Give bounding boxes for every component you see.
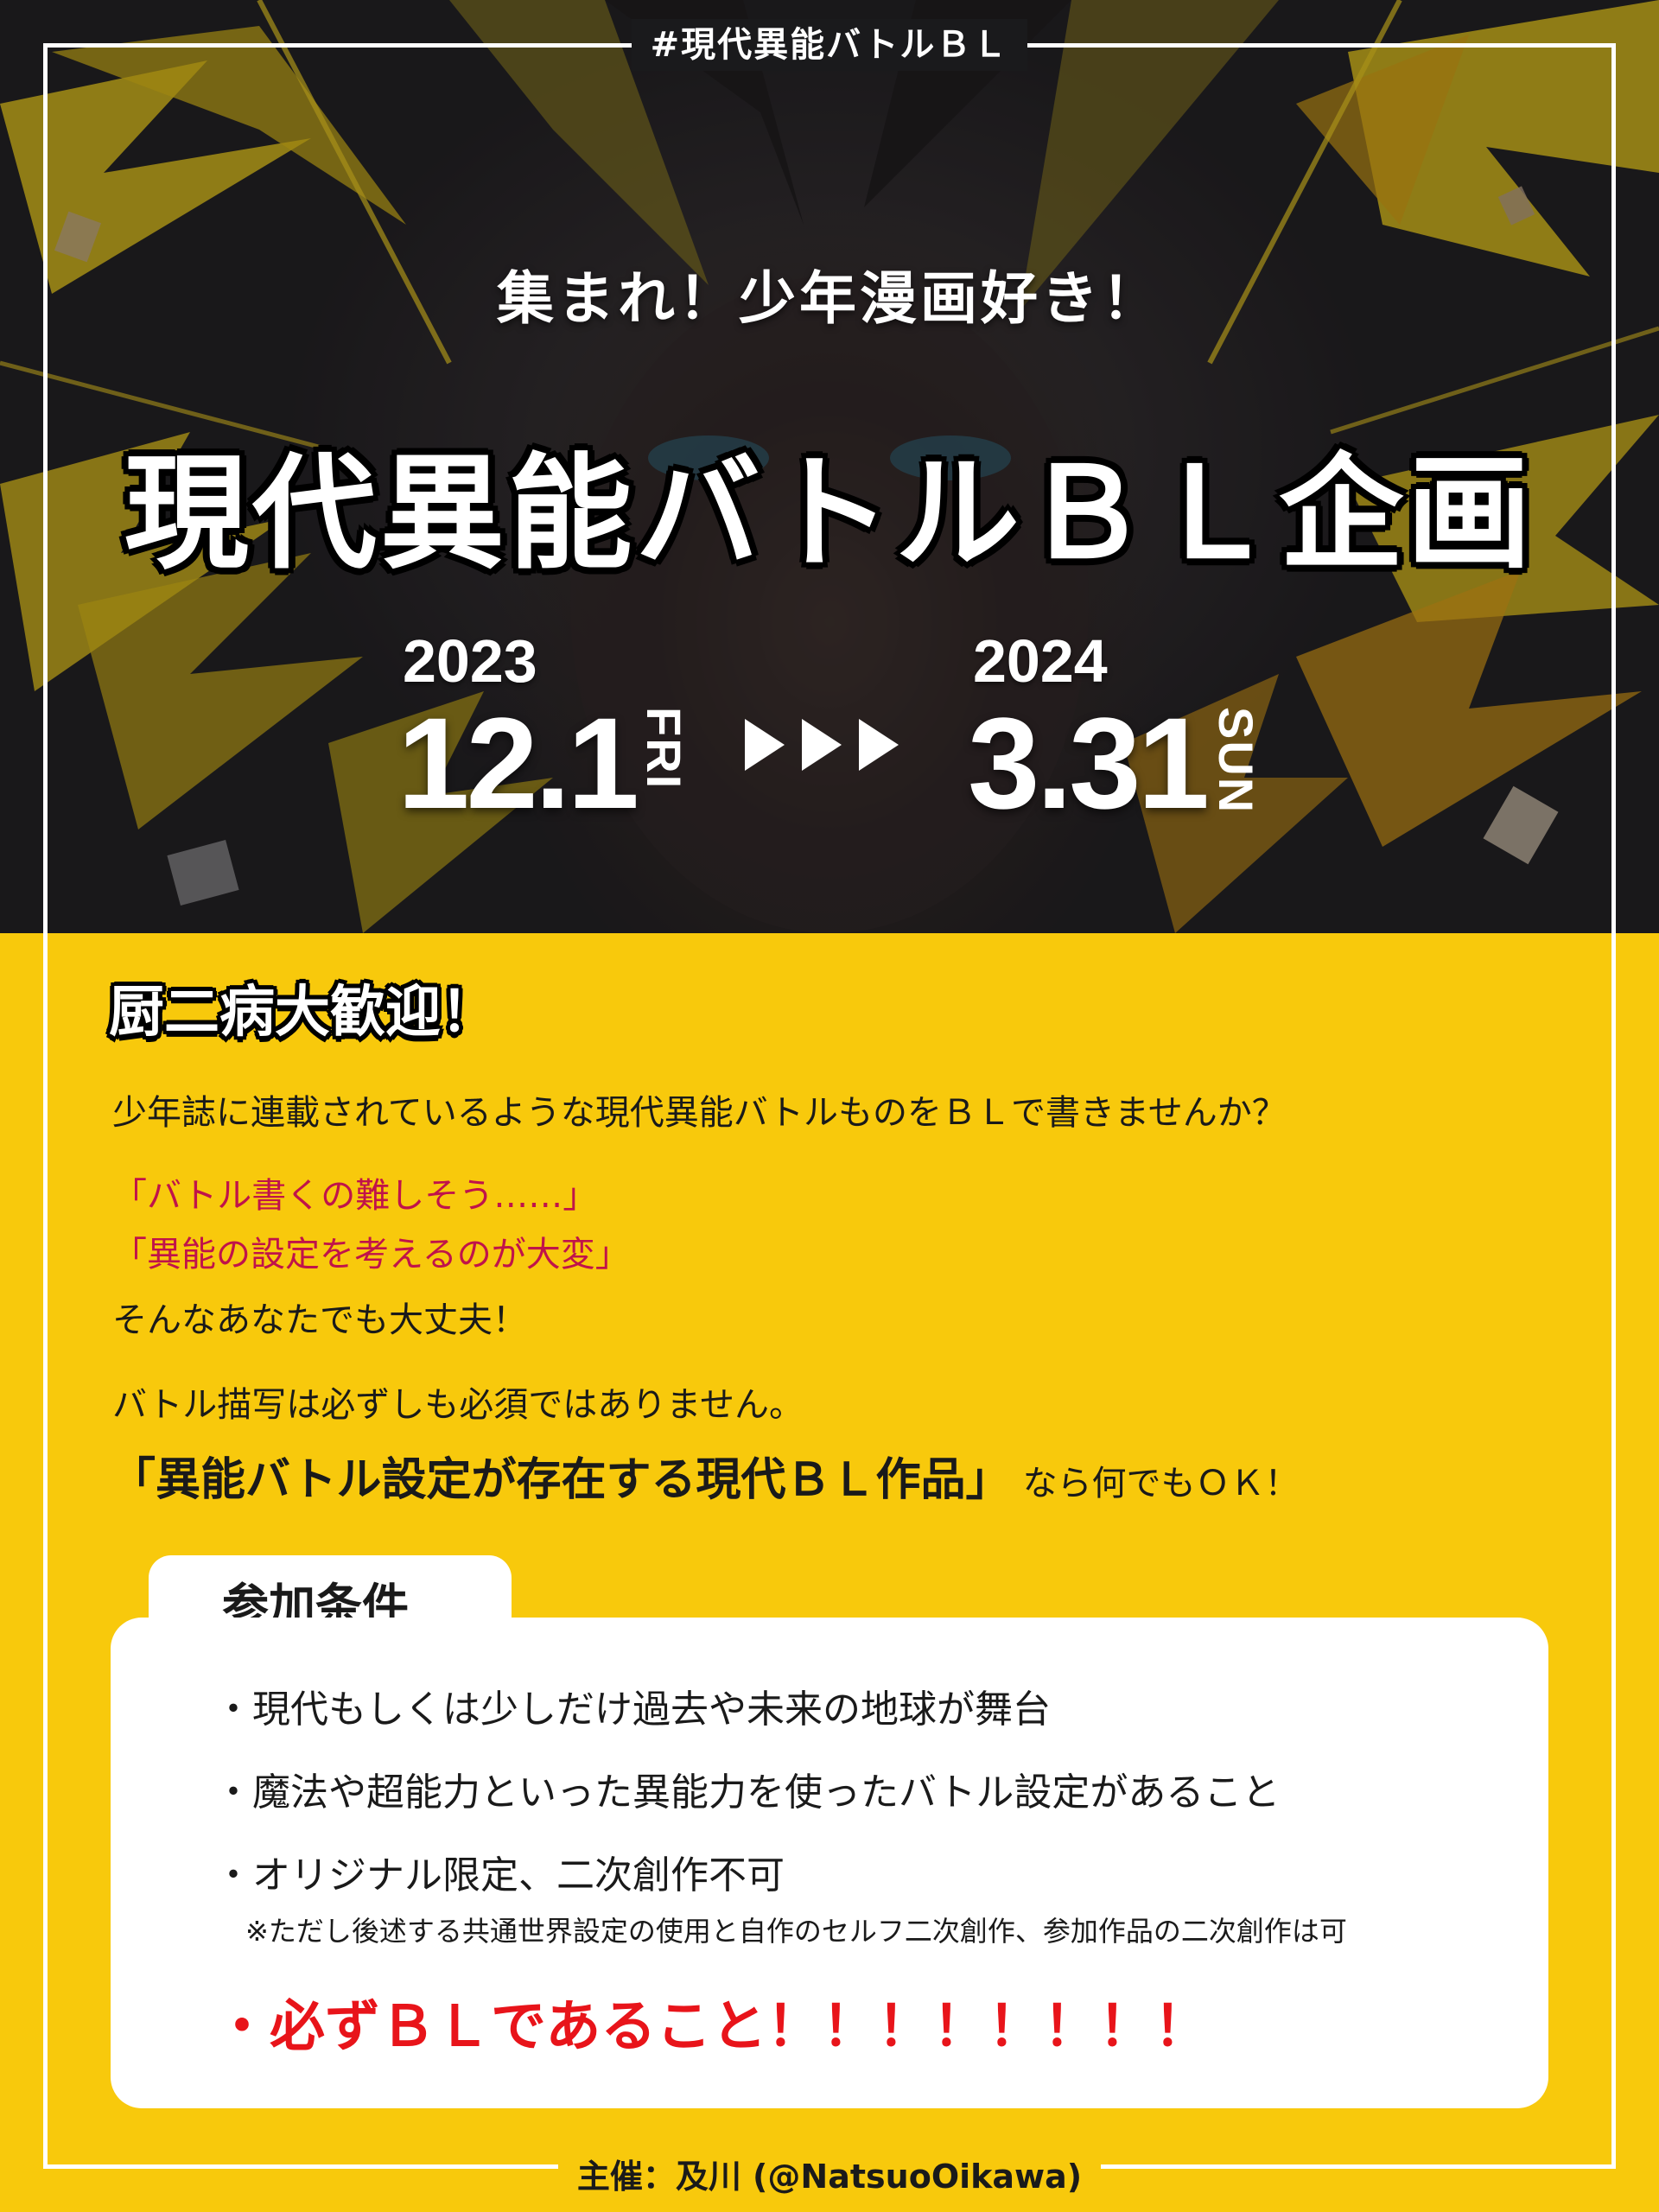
- conditions-box: ・現代もしくは少しだけ過去や未来の地球が舞台 ・魔法や超能力といった異能力を使っ…: [111, 1618, 1548, 2108]
- arrow-icon: [802, 719, 842, 771]
- start-year: 2023: [403, 627, 537, 695]
- intro-text: 少年誌に連載されているような現代異能バトルものをＢＬで書きませんか？: [112, 1093, 1287, 1133]
- organizer-label: 主催：及川 (@NatsuoOikawa): [0, 2153, 1659, 2200]
- reassure-text: そんなあなたでも大丈夫！: [112, 1300, 527, 1340]
- condition-item: ・現代もしくは少しだけ過去や未来の地球が舞台: [214, 1688, 1051, 1732]
- note-text: バトル描写は必ずしも必須ではありません。: [112, 1385, 804, 1425]
- quote-1: 「バトル書くの難しそう……」: [112, 1176, 598, 1216]
- catchcopy: 集まれ！少年漫画好き！: [497, 265, 1162, 332]
- condition-item: ・魔法や超能力といった異能力を使ったバトル設定があること: [214, 1770, 1281, 1815]
- must-be-bl: ・必ずＢＬであること！！！！！！！！: [214, 1995, 1210, 2059]
- end-day: SUN: [1209, 707, 1263, 815]
- arrow-icon: [859, 719, 899, 771]
- quote-2: 「異能の設定を考えるのが大変」: [112, 1235, 630, 1274]
- period-arrows: [745, 719, 899, 771]
- condition-item: ・オリジナル限定、二次創作不可: [214, 1853, 785, 1897]
- condition-footnote: ※ただし後述する共通世界設定の使用と自作のセルフ二次創作、参加作品の二次創作は可: [245, 1915, 1347, 1948]
- emphasis-tail: なら何でもＯＫ！: [1022, 1464, 1300, 1503]
- end-year: 2024: [973, 627, 1108, 695]
- start-day: FRI: [637, 707, 691, 791]
- hashtag-label: #現代異能バトルＢＬ: [0, 19, 1659, 71]
- end-date: 3.31: [968, 690, 1210, 836]
- emphasis-text: 「異能バトル設定が存在する現代ＢＬ作品」: [111, 1454, 1011, 1506]
- welcome-heading: 厨二病大歓迎！: [109, 981, 496, 1045]
- page-title: 現代異能バトルＢＬ企画: [124, 441, 1535, 586]
- start-date: 12.1: [397, 690, 639, 836]
- emphasis-line: 「異能バトル設定が存在する現代ＢＬ作品」 なら何でもＯＫ！: [111, 1443, 1300, 1508]
- arrow-icon: [745, 719, 785, 771]
